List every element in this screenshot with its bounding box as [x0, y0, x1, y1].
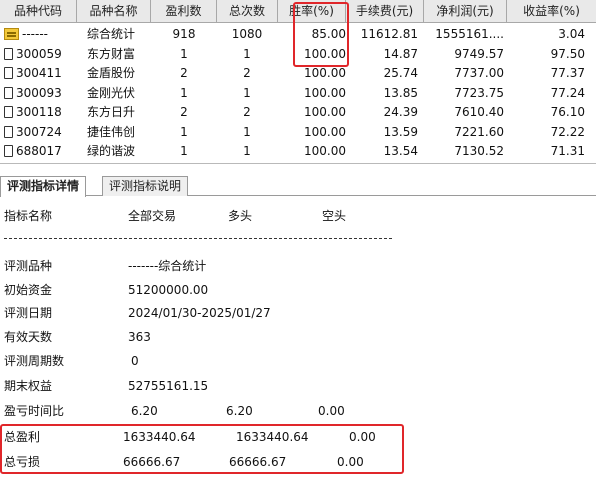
tab-metric-details[interactable]: 评测指标详情 — [0, 176, 87, 197]
cell-net-profit: 9749.57 — [454, 46, 504, 61]
cell-wins: 1 — [180, 46, 188, 61]
cell-code: 300724 — [16, 124, 62, 139]
table-row[interactable]: 300118 东方日升 2 2 100.00 24.39 7610.40 76.… — [0, 103, 596, 123]
cell-code: ------ — [22, 27, 48, 41]
detail-header-label: 指标名称 — [4, 209, 53, 223]
cell-net-profit: 1555161.... — [435, 27, 504, 41]
cell-net-profit: 7737.00 — [454, 66, 504, 80]
detail-value-all: 2024/01/30-2025/01/27 — [128, 306, 271, 320]
summary-icon — [4, 28, 19, 40]
cell-wins: 1 — [180, 124, 188, 139]
cell-fee: 14.87 — [383, 46, 418, 61]
cell-winrate: 100.00 — [304, 85, 346, 100]
cell-fee: 13.85 — [383, 85, 418, 100]
detail-value-all: 6.20 — [131, 404, 158, 418]
cell-return: 77.24 — [550, 85, 585, 100]
col-header-return[interactable]: 收益率(%) — [507, 0, 596, 23]
detail-label: 评测品种 — [4, 259, 53, 273]
cell-wins: 1 — [180, 144, 188, 158]
cell-name: 金盾股份 — [87, 66, 136, 80]
doc-icon — [4, 47, 13, 60]
col-header-count[interactable]: 总次数 — [217, 0, 278, 23]
cell-winrate: 100.00 — [304, 124, 346, 139]
cell-name: 绿的谐波 — [87, 144, 136, 158]
detail-label: 评测日期 — [4, 306, 53, 320]
cell-wins: 2 — [180, 105, 188, 119]
detail-header-long: 多头 — [228, 209, 253, 223]
detail-label: 评测周期数 — [4, 354, 65, 368]
cell-net-profit: 7610.40 — [454, 105, 504, 119]
detail-label: 初始资金 — [4, 283, 53, 297]
cell-name: 金刚光伏 — [87, 85, 136, 100]
table-row[interactable]: 688017 绿的谐波 1 1 100.00 13.54 7130.52 71.… — [0, 142, 596, 162]
cell-code: 688017 — [16, 144, 62, 158]
detail-value-all: 51200000.00 — [128, 283, 209, 297]
detail-label: 盈亏时间比 — [4, 404, 65, 418]
cell-return: 3.04 — [558, 27, 585, 41]
cell-return: 71.31 — [550, 144, 585, 158]
detail-label: 有效天数 — [4, 330, 53, 344]
cell-return: 72.22 — [550, 124, 585, 139]
profit-loss-highlight-box — [0, 424, 404, 474]
cell-count: 1 — [243, 144, 251, 158]
cell-winrate: 100.00 — [304, 144, 346, 158]
cell-return: 77.37 — [550, 66, 585, 80]
winrate-highlight-box — [293, 2, 349, 67]
cell-net-profit: 7221.60 — [454, 124, 504, 139]
cell-code: 300059 — [16, 46, 62, 61]
detail-value-short: 0.00 — [318, 404, 345, 418]
col-header-net-profit[interactable]: 净利润(元) — [424, 0, 507, 23]
cell-wins: 918 — [172, 27, 196, 41]
cell-wins: 1 — [180, 85, 188, 100]
cell-name: 综合统计 — [87, 27, 136, 41]
cell-count: 1 — [243, 85, 251, 100]
cell-wins: 2 — [180, 66, 188, 80]
col-header-name[interactable]: 品种名称 — [77, 0, 151, 23]
col-header-fee[interactable]: 手续费(元) — [346, 0, 424, 23]
detail-header-short: 空头 — [322, 209, 347, 223]
detail-value-long: 6.20 — [226, 404, 253, 418]
tab-metric-description[interactable]: 评测指标说明 — [102, 176, 189, 196]
doc-icon — [4, 145, 13, 157]
cell-count: 1080 — [231, 27, 263, 41]
detail-value-all: 52755161.15 — [128, 379, 209, 393]
cell-count: 2 — [243, 66, 251, 80]
cell-return: 76.10 — [550, 105, 585, 119]
cell-return: 97.50 — [550, 46, 585, 61]
doc-icon — [4, 86, 13, 99]
cell-count: 2 — [243, 105, 251, 119]
detail-tabs: 评测指标详情 评测指标说明 — [0, 174, 596, 197]
cell-winrate: 100.00 — [304, 105, 346, 119]
table-row[interactable]: 300093 金刚光伏 1 1 100.00 13.85 7723.75 77.… — [0, 84, 596, 104]
cell-name: 捷佳伟创 — [87, 124, 136, 139]
cell-name: 东方日升 — [87, 105, 136, 119]
separator-line — [4, 238, 392, 239]
col-header-code[interactable]: 品种代码 — [0, 0, 77, 23]
cell-fee: 25.74 — [383, 66, 418, 80]
cell-code: 300093 — [16, 85, 62, 100]
detail-label: 期末权益 — [4, 379, 53, 393]
doc-icon — [4, 125, 13, 138]
detail-header-all: 全部交易 — [128, 209, 177, 223]
table-row[interactable]: 300724 捷佳伟创 1 1 100.00 13.59 7221.60 72.… — [0, 123, 596, 143]
detail-value-all: 363 — [128, 330, 151, 344]
col-header-wins[interactable]: 盈利数 — [151, 0, 217, 23]
doc-icon — [4, 67, 13, 79]
cell-name: 东方财富 — [87, 46, 136, 61]
cell-fee: 24.39 — [383, 105, 418, 119]
cell-net-profit: 7130.52 — [454, 144, 504, 158]
cell-net-profit: 7723.75 — [454, 85, 504, 100]
detail-value-all: 0 — [131, 354, 139, 368]
cell-code: 300411 — [16, 66, 62, 80]
cell-count: 1 — [243, 46, 251, 61]
cell-fee: 13.59 — [383, 124, 418, 139]
cell-fee: 11612.81 — [360, 27, 418, 41]
cell-fee: 13.54 — [383, 144, 418, 158]
detail-value-all: -------综合统计 — [128, 259, 207, 273]
cell-count: 1 — [243, 124, 251, 139]
cell-code: 300118 — [16, 105, 62, 119]
doc-icon — [4, 106, 13, 118]
